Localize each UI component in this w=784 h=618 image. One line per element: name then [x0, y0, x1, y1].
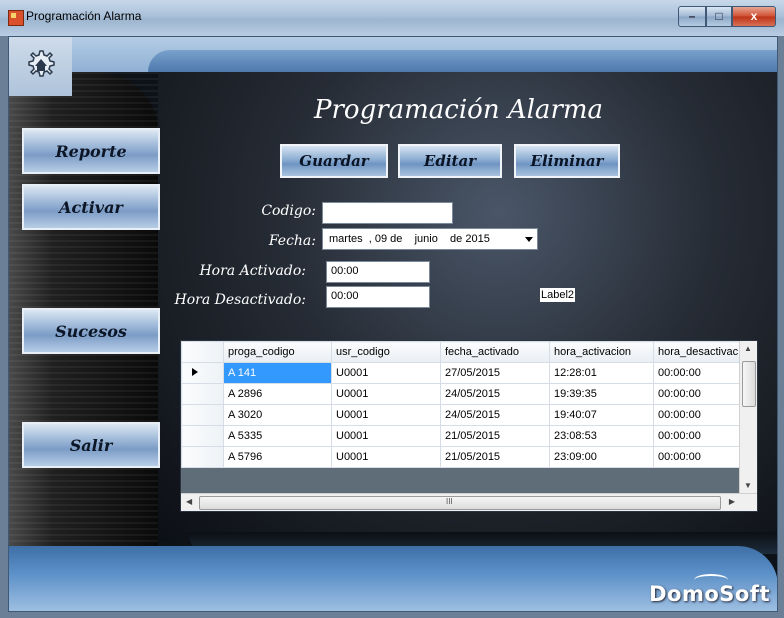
- window-title: Programación Alarma: [26, 9, 142, 23]
- app-window: Programación Alarma – □ x Reporte Activa…: [0, 0, 784, 618]
- window-controls: – □ x: [678, 6, 776, 27]
- app-icon: [8, 10, 24, 26]
- client-area: Reporte Activar Sucesos Salir Programaci…: [8, 36, 778, 612]
- title-bar[interactable]: Programación Alarma – □ x: [0, 0, 784, 36]
- client-frame: [8, 36, 778, 612]
- minimize-button[interactable]: –: [678, 6, 706, 27]
- close-button[interactable]: x: [732, 6, 776, 27]
- maximize-button[interactable]: □: [706, 6, 732, 27]
